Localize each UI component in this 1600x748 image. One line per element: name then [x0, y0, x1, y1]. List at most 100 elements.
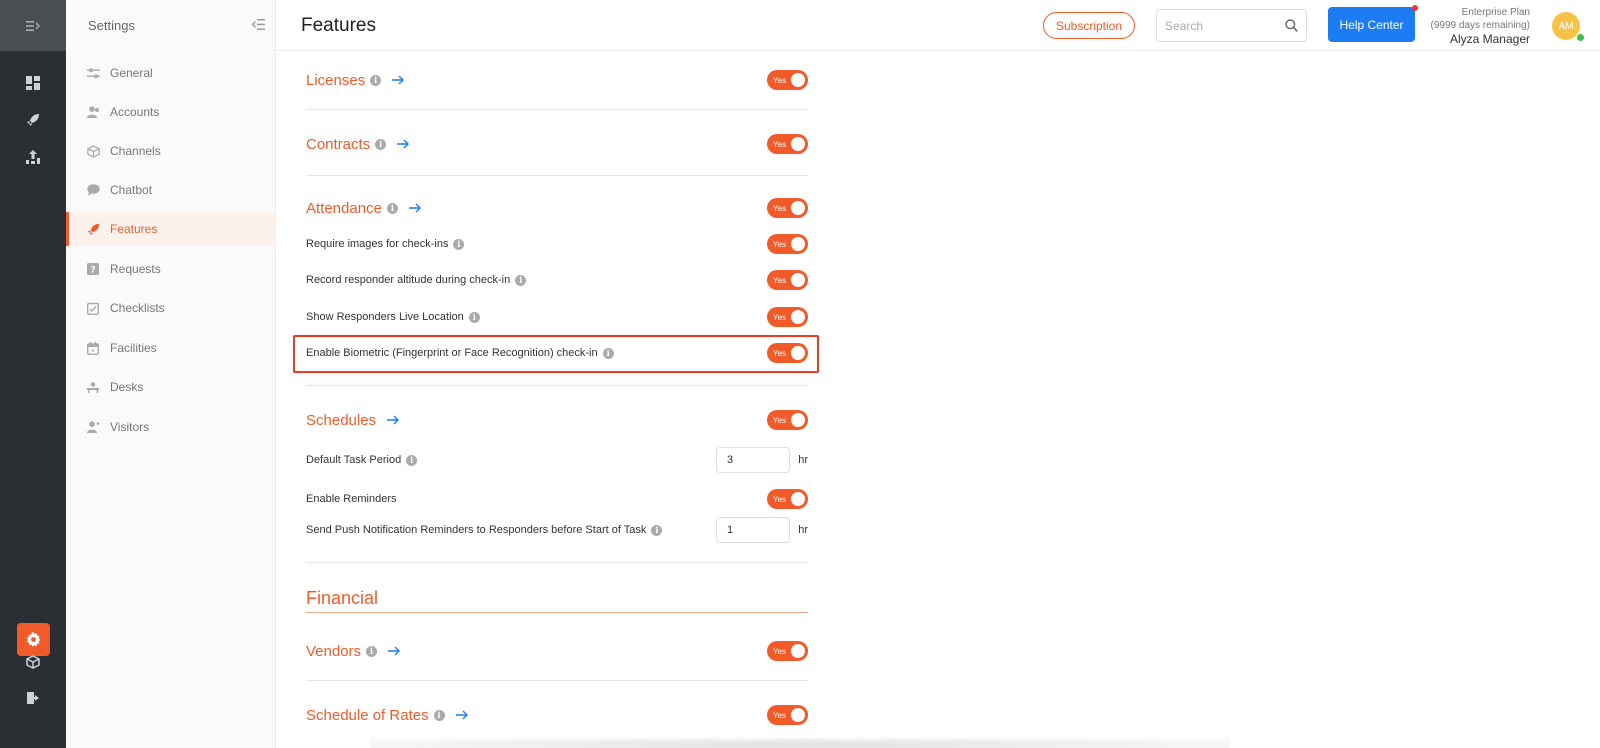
toggle-schedule-of-rates[interactable]: Yes — [767, 705, 808, 725]
info-icon[interactable]: i — [366, 645, 378, 657]
option-row-record-altitude: Record responder altitude during check-i… — [306, 270, 808, 290]
divider — [306, 680, 808, 681]
toggle-knob — [791, 644, 805, 658]
sidebar-item-desks[interactable]: Desks — [66, 370, 276, 404]
visitor-icon — [86, 420, 100, 434]
sidebar-item-label: Channels — [110, 144, 161, 158]
sidebar-item-checklists[interactable]: Checklists — [66, 291, 276, 325]
toggle-contracts[interactable]: Yes — [767, 134, 808, 154]
info-icon[interactable]: i — [370, 74, 382, 86]
toggle-vendors[interactable]: Yes — [767, 641, 808, 661]
section-title-schedules: Schedules — [306, 411, 377, 429]
section-title-licenses: Licenses — [306, 71, 366, 89]
option-label: Default Task Period — [306, 454, 402, 466]
toggle-live-location[interactable]: Yes — [767, 307, 808, 327]
info-icon[interactable]: i — [468, 311, 480, 323]
divider — [306, 175, 808, 176]
toggle-knob — [791, 237, 805, 251]
sidebar-item-label: Accounts — [110, 105, 160, 119]
option-label: Require images for check-ins — [306, 238, 449, 250]
option-row-require-images: Require images for check-ins i Yes — [306, 234, 808, 254]
info-icon[interactable]: i — [375, 138, 387, 150]
info-icon[interactable]: i — [386, 202, 398, 214]
feature-row-vendors: Vendors i Yes — [306, 640, 808, 662]
calendar-icon — [86, 341, 100, 355]
feature-row-schedules: Schedules Yes — [306, 409, 808, 431]
info-icon[interactable]: i — [515, 274, 527, 286]
sidebar-item-accounts[interactable]: Accounts — [66, 95, 276, 129]
sidebar-item-requests[interactable]: ? Requests — [66, 252, 276, 286]
chart-up-icon — [26, 150, 40, 164]
info-icon[interactable]: i — [651, 524, 663, 536]
arrow-right-icon[interactable] — [387, 415, 400, 425]
option-row-reminders: Enable Reminders Yes — [306, 489, 808, 509]
sidebar-item-facilities[interactable]: Facilities — [66, 331, 276, 365]
sidebar-item-label: Visitors — [110, 420, 150, 434]
box-icon — [26, 655, 40, 669]
toggle-require-images[interactable]: Yes — [767, 234, 808, 254]
info-icon[interactable]: i — [406, 454, 418, 466]
sidebar-item-visitors[interactable]: Visitors — [66, 410, 276, 444]
toggle-licenses[interactable]: Yes — [767, 70, 808, 90]
sidebar-item-chatbot[interactable]: Chatbot — [66, 173, 276, 207]
logout-button[interactable] — [0, 683, 66, 713]
option-row-live-location: Show Responders Live Location i Yes — [306, 307, 808, 327]
toggle-reminders[interactable]: Yes — [767, 489, 808, 509]
search-icon[interactable] — [1285, 19, 1298, 32]
sidebar-item-label: General — [110, 66, 153, 80]
arrow-right-icon[interactable] — [397, 139, 410, 149]
option-row-task-period: Default Task Period i hr — [306, 447, 808, 473]
search-input[interactable] — [1165, 18, 1280, 33]
checklist-icon — [86, 301, 100, 315]
divider — [306, 385, 808, 386]
feature-row-attendance: Attendance i Yes — [306, 197, 808, 219]
app-rail — [0, 0, 66, 748]
expand-menu-button[interactable] — [0, 0, 66, 51]
dashboard-button[interactable] — [0, 68, 66, 98]
divider — [306, 109, 808, 110]
desk-icon — [86, 380, 100, 394]
launch-button[interactable] — [0, 105, 66, 135]
toggle-attendance[interactable]: Yes — [767, 198, 808, 218]
collapse-sidebar-button[interactable] — [251, 17, 265, 35]
toggle-knob — [791, 273, 805, 287]
help-center-button[interactable]: Help Center — [1328, 7, 1415, 42]
user-name[interactable]: Alyza Manager — [1431, 32, 1530, 47]
sidebar-item-label: Chatbot — [110, 183, 153, 197]
sidebar-item-features[interactable]: Features — [66, 212, 276, 246]
search-box — [1156, 9, 1307, 42]
sidebar-item-general[interactable]: General — [66, 56, 276, 90]
chat-icon — [86, 183, 100, 197]
svg-text:?: ? — [90, 266, 95, 276]
plan-name: Enterprise Plan — [1461, 7, 1530, 18]
plan-info: Enterprise Plan (9999 days remaining) Al… — [1431, 6, 1531, 47]
toggle-knob — [791, 137, 805, 151]
toggle-record-altitude[interactable]: Yes — [767, 270, 808, 290]
bottom-shadow — [370, 738, 1230, 748]
option-row-push-reminders: Send Push Notification Reminders to Resp… — [306, 517, 808, 543]
arrow-right-icon[interactable] — [388, 646, 401, 656]
question-icon: ? — [86, 262, 100, 276]
unit-label: hr — [798, 524, 808, 536]
push-reminder-input[interactable] — [716, 517, 790, 543]
info-icon[interactable]: i — [453, 238, 465, 250]
sidebar-item-channels[interactable]: Channels — [66, 134, 276, 168]
toggle-schedules[interactable]: Yes — [767, 410, 808, 430]
option-label: Show Responders Live Location — [306, 311, 464, 323]
section-heading-financial: Financial — [306, 588, 379, 608]
sidebar-item-label: Checklists — [110, 301, 165, 315]
arrow-right-icon[interactable] — [455, 710, 468, 720]
info-icon[interactable]: i — [433, 709, 445, 721]
arrow-right-icon[interactable] — [392, 75, 405, 85]
arrow-right-icon[interactable] — [408, 203, 421, 213]
sliders-icon — [86, 66, 100, 80]
subscription-button[interactable]: Subscription — [1043, 12, 1135, 39]
sidebar-item-label: Desks — [110, 380, 144, 394]
sidebar-item-label: Facilities — [110, 341, 157, 355]
packages-button[interactable] — [0, 647, 66, 677]
task-period-input[interactable] — [716, 447, 790, 473]
reports-button[interactable] — [0, 142, 66, 172]
toggle-knob — [791, 310, 805, 324]
toggle-knob — [791, 413, 805, 427]
section-title-attendance: Attendance — [306, 199, 382, 217]
